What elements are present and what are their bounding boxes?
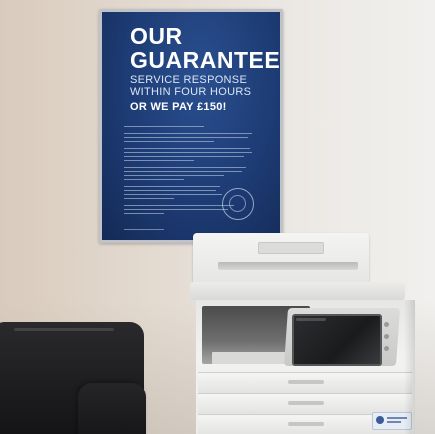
brand-logo-icon: [376, 416, 384, 424]
touch-screen: [292, 314, 382, 366]
armchair-arm: [78, 383, 146, 434]
panel-button: [384, 346, 389, 351]
poster-frame: OUR GUARANTEE SERVICE RESPONSE WITHIN FO…: [99, 9, 283, 243]
guarantee-poster: OUR GUARANTEE SERVICE RESPONSE WITHIN FO…: [102, 12, 280, 240]
brand-sticker-line: [387, 421, 401, 423]
poster-footer: [124, 229, 164, 230]
armchair-highlight: [14, 328, 114, 331]
poster-paragraph: [124, 167, 252, 180]
poster-paragraph: [124, 133, 252, 142]
drawer-handle: [288, 401, 324, 405]
panel-button: [384, 322, 389, 327]
scanner-lid: [190, 282, 405, 300]
poster-offer: OR WE PAY £150!: [130, 101, 227, 113]
poster-paragraph: [124, 126, 252, 127]
seal-icon: [222, 188, 254, 220]
poster-subtitle: SERVICE RESPONSE WITHIN FOUR HOURS: [130, 74, 252, 98]
paper-drawer: [198, 372, 412, 393]
document-feeder: [193, 233, 369, 285]
poster-paragraph: [124, 148, 252, 161]
feeder-tray: [258, 242, 324, 254]
office-photo: OUR GUARANTEE SERVICE RESPONSE WITHIN FO…: [0, 0, 435, 434]
screen-glare: [296, 318, 326, 321]
feeder-slot: [218, 262, 358, 270]
copier-side-shadow: [404, 300, 415, 434]
poster-title: OUR GUARANTEE: [130, 23, 280, 73]
panel-button: [384, 334, 389, 339]
drawer-handle: [288, 422, 324, 426]
paper-drawer: [198, 393, 412, 414]
drawer-handle: [288, 380, 324, 384]
